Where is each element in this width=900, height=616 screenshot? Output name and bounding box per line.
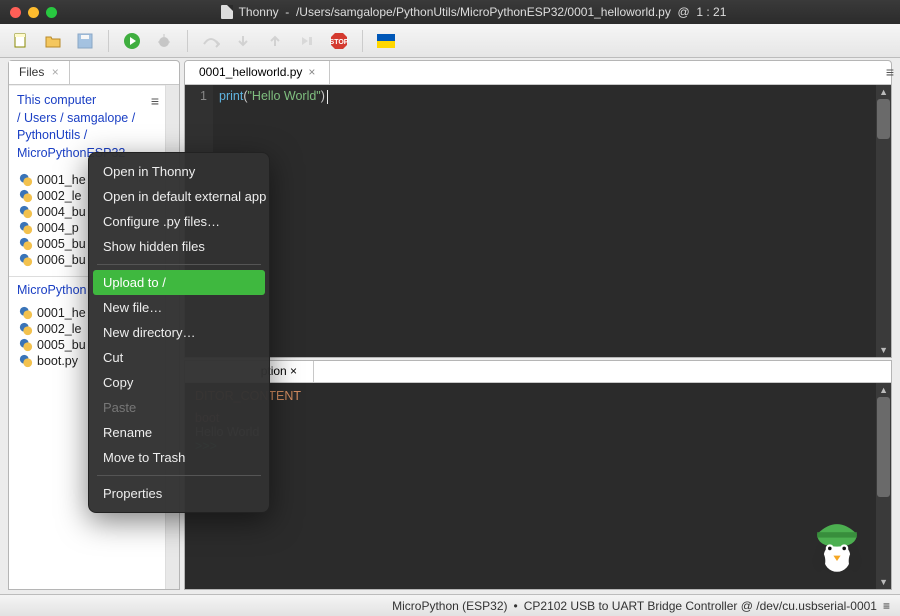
- port-label[interactable]: CP2102 USB to UART Bridge Controller @ /…: [524, 599, 877, 613]
- new-file-button[interactable]: [10, 30, 32, 52]
- ukraine-flag-icon[interactable]: [375, 30, 397, 52]
- close-icon[interactable]: ×: [308, 65, 315, 79]
- python-file-icon: [19, 221, 33, 235]
- menu-open-external[interactable]: Open in default external app: [89, 184, 269, 209]
- step-into-button[interactable]: [232, 30, 254, 52]
- python-file-icon: [19, 237, 33, 251]
- menu-separator: [97, 475, 261, 476]
- menu-copy[interactable]: Copy: [89, 370, 269, 395]
- scroll-up-icon[interactable]: ▲: [879, 87, 888, 97]
- svg-text:STOP: STOP: [330, 39, 349, 46]
- shell-prompt: >>>: [195, 439, 881, 453]
- scrollbar[interactable]: ▲ ▼: [876, 383, 891, 589]
- menu-rename[interactable]: Rename: [89, 420, 269, 445]
- shell-panel: Shell ption × DITOR_CONTENT boot Hello W…: [184, 360, 892, 590]
- shell-line: DITOR_CONTENT: [195, 389, 881, 403]
- files-tabbar: Files ×: [9, 61, 179, 85]
- scrollbar-thumb[interactable]: [877, 99, 890, 139]
- hamburger-icon[interactable]: ≡: [151, 92, 159, 112]
- editor-tab-label: 0001_helloworld.py: [199, 65, 302, 79]
- cursor-position: 1 : 21: [696, 5, 726, 19]
- python-file-icon: [19, 205, 33, 219]
- document-path: /Users/samgalope/PythonUtils/MicroPython…: [296, 5, 671, 19]
- toolbar: STOP: [0, 24, 900, 58]
- close-icon[interactable]: ×: [52, 65, 59, 79]
- editor-tabbar: 0001_helloworld.py ×: [185, 61, 891, 85]
- menu-properties[interactable]: Properties: [89, 481, 269, 506]
- penguin-logo-icon: [801, 507, 873, 579]
- context-menu[interactable]: Open in Thonny Open in default external …: [88, 152, 270, 513]
- app-name: Thonny: [239, 5, 279, 19]
- toolbar-separator: [108, 30, 109, 52]
- menu-new-file[interactable]: New file…: [89, 295, 269, 320]
- scroll-up-icon[interactable]: ▲: [879, 385, 888, 395]
- python-file-icon: [19, 253, 33, 267]
- code-line: print("Hello World"): [219, 89, 328, 104]
- shell-line: boot: [195, 411, 881, 425]
- menu-new-directory[interactable]: New directory…: [89, 320, 269, 345]
- menu-separator: [97, 264, 261, 265]
- scroll-down-icon[interactable]: ▼: [879, 577, 888, 587]
- menu-move-to-trash[interactable]: Move to Trash: [89, 445, 269, 470]
- resume-button[interactable]: [296, 30, 318, 52]
- python-file-icon: [19, 173, 33, 187]
- shell-tabbar: Shell ption ×: [185, 361, 891, 383]
- editor-panel: 0001_helloworld.py × 1 print("Hello World…: [184, 60, 892, 358]
- menu-paste: Paste: [89, 395, 269, 420]
- save-button[interactable]: [74, 30, 96, 52]
- toolbar-separator: [362, 30, 363, 52]
- scrollbar[interactable]: ▲ ▼: [876, 85, 891, 357]
- shell-output[interactable]: DITOR_CONTENT boot Hello World >>> ▲ ▼: [185, 383, 891, 589]
- python-file-icon: [19, 338, 33, 352]
- editor-tab[interactable]: 0001_helloworld.py ×: [185, 61, 330, 84]
- menu-show-hidden[interactable]: Show hidden files: [89, 234, 269, 259]
- menu-open-in-thonny[interactable]: Open in Thonny: [89, 159, 269, 184]
- python-file-icon: [19, 306, 33, 320]
- interpreter-label[interactable]: MicroPython (ESP32): [392, 599, 507, 613]
- status-bar[interactable]: MicroPython (ESP32) • CP2102 USB to UART…: [0, 594, 900, 616]
- window-titlebar: Thonny - /Users/samgalope/PythonUtils/Mi…: [0, 0, 900, 24]
- zoom-window-icon[interactable]: [46, 7, 57, 18]
- menu-configure-py[interactable]: Configure .py files…: [89, 209, 269, 234]
- step-over-button[interactable]: [200, 30, 222, 52]
- tab-files[interactable]: Files ×: [9, 61, 70, 84]
- window-title: Thonny - /Users/samgalope/PythonUtils/Mi…: [57, 5, 890, 19]
- python-file-icon: [19, 354, 33, 368]
- python-file-icon: [19, 189, 33, 203]
- code-editor[interactable]: 1 print("Hello World") ▲ ▼: [185, 85, 891, 357]
- menu-cut[interactable]: Cut: [89, 345, 269, 370]
- close-window-icon[interactable]: [10, 7, 21, 18]
- close-icon[interactable]: ×: [287, 364, 297, 378]
- stop-button[interactable]: STOP: [328, 30, 350, 52]
- document-icon: [221, 5, 233, 19]
- hamburger-icon[interactable]: ≡: [883, 599, 890, 613]
- shell-line: Hello World: [195, 425, 881, 439]
- minimize-window-icon[interactable]: [28, 7, 39, 18]
- python-file-icon: [19, 322, 33, 336]
- breadcrumb-root[interactable]: This computer: [17, 93, 96, 107]
- scroll-down-icon[interactable]: ▼: [879, 345, 888, 355]
- menu-upload-to[interactable]: Upload to /: [93, 270, 265, 295]
- window-controls[interactable]: [10, 7, 57, 18]
- open-file-button[interactable]: [42, 30, 64, 52]
- tab-files-label: Files: [19, 65, 44, 79]
- step-out-button[interactable]: [264, 30, 286, 52]
- toolbar-separator: [187, 30, 188, 52]
- scrollbar-thumb[interactable]: [877, 397, 890, 497]
- debug-button[interactable]: [153, 30, 175, 52]
- text-cursor: [327, 90, 328, 104]
- run-button[interactable]: [121, 30, 143, 52]
